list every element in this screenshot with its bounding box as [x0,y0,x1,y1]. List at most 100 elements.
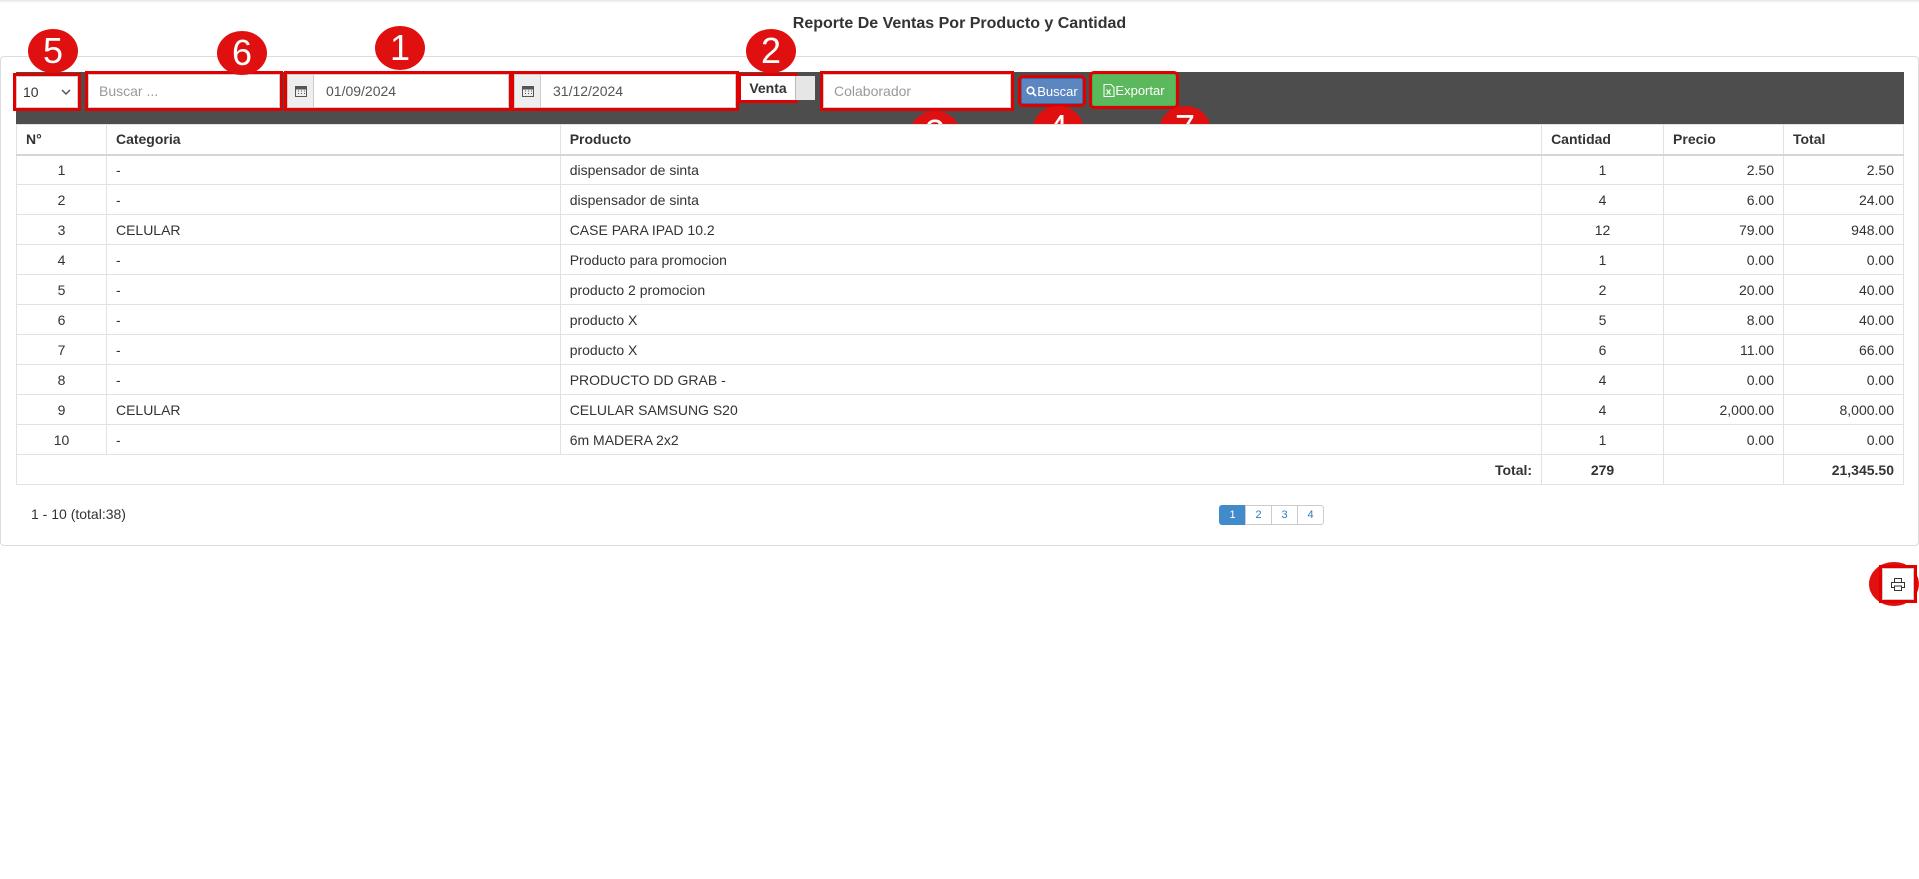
table-row: 4 - Producto para promocion 1 0.00 0.00 [16,244,1905,275]
print-button[interactable] [1879,565,1917,603]
page-link-3[interactable]: 3 [1271,505,1298,525]
cell-number: 3 [16,214,107,245]
page-length-value: 10 [23,84,39,100]
date-from-value: 01/09/2024 [326,83,397,99]
pagination: 1 2 3 4 [1219,505,1324,525]
cell-quantity: 4 [1541,394,1665,425]
col-header-total[interactable]: Total [1782,124,1905,156]
table-row: 2 - dispensador de sinta 4 6.00 24.00 [16,184,1905,215]
table-row: 3 CELULAR CASE PARA IPAD 10.2 12 79.00 9… [16,214,1905,245]
cell-number: 10 [16,424,107,455]
table-row: 1 - dispensador de sinta 1 2.50 2.50 [16,154,1905,185]
annotation-marker-5: 5 [28,29,78,73]
cell-product: CELULAR SAMSUNG S20 [559,394,1543,425]
cell-price: 0.00 [1663,424,1784,455]
page-title: Reporte De Ventas Por Producto y Cantida… [792,15,1127,32]
cell-product: producto X [559,334,1543,365]
cell-product: dispensador de sinta [559,154,1543,185]
cell-total: 40.00 [1782,304,1905,335]
cell-quantity: 1 [1541,424,1665,455]
cell-total: 0.00 [1782,244,1905,275]
col-header-number[interactable]: N° [16,124,107,156]
top-shadow [0,0,1919,3]
sales-table: N° Categoria Producto Cantidad Precio To… [15,124,1905,485]
cell-category: - [105,154,561,185]
table-row: 9 CELULAR CELULAR SAMSUNG S20 4 2,000.00… [16,394,1905,425]
collaborator-placeholder: Colaborador [834,83,912,99]
cell-total: 66.00 [1782,334,1905,365]
date-from-field[interactable]: 01/09/2024 [284,71,512,111]
cell-quantity: 4 [1541,364,1665,395]
cell-price: 2,000.00 [1663,394,1784,425]
table-row: 8 - PRODUCTO DD GRAB - 4 0.00 0.00 [16,364,1905,395]
total-price-empty [1663,454,1784,485]
cell-quantity: 2 [1541,274,1665,305]
sale-type-toggle[interactable]: Venta [738,73,815,103]
cell-product: PRODUCTO DD GRAB - [559,364,1543,395]
annotation-marker-6: 6 [217,31,267,75]
cell-total: 2.50 [1782,154,1905,185]
cell-price: 20.00 [1663,274,1784,305]
cell-category: - [105,424,561,455]
cell-product: producto 2 promocion [559,274,1543,305]
search-button[interactable]: Buscar [1018,75,1086,107]
cell-quantity: 6 [1541,334,1665,365]
table-row: 10 - 6m MADERA 2x2 1 0.00 0.00 [16,424,1905,455]
cell-quantity: 12 [1541,214,1665,245]
cell-price: 79.00 [1663,214,1784,245]
cell-total: 0.00 [1782,364,1905,395]
collaborator-input[interactable]: Colaborador [820,71,1014,111]
cell-quantity: 5 [1541,304,1665,335]
search-placeholder: Buscar ... [99,83,159,99]
col-header-price[interactable]: Precio [1663,124,1784,156]
export-button[interactable]: Exportar [1089,71,1179,109]
total-label: Total: [15,454,1543,485]
cell-product: producto X [559,304,1543,335]
print-icon [1891,577,1905,591]
page-link-4[interactable]: 4 [1297,505,1324,525]
col-header-category[interactable]: Categoria [105,124,561,156]
cell-number: 9 [16,394,107,425]
cell-category: - [105,184,561,215]
cell-category: CELULAR [105,394,561,425]
export-button-label: Exportar [1115,82,1165,98]
cell-number: 6 [16,304,107,335]
cell-number: 4 [16,244,107,275]
cell-number: 2 [16,184,107,215]
calendar-icon [515,75,541,107]
chevron-down-icon [61,88,71,95]
toggle-switch[interactable] [795,76,815,100]
cell-total: 0.00 [1782,424,1905,455]
page-link-2[interactable]: 2 [1245,505,1272,525]
sale-type-label: Venta [738,73,798,103]
annotation-marker-1: 1 [375,26,425,70]
cell-price: 11.00 [1663,334,1784,365]
page-link-1[interactable]: 1 [1219,505,1246,525]
cell-category: - [105,274,561,305]
search-icon [1026,85,1037,97]
cell-quantity: 1 [1541,244,1665,275]
cell-number: 7 [16,334,107,365]
cell-quantity: 4 [1541,184,1665,215]
file-excel-icon [1103,83,1115,97]
cell-product: CASE PARA IPAD 10.2 [559,214,1543,245]
date-to-value: 31/12/2024 [553,83,624,99]
cell-category: - [105,304,561,335]
cell-total: 40.00 [1782,274,1905,305]
table-row: 7 - producto X 6 11.00 66.00 [16,334,1905,365]
cell-product: 6m MADERA 2x2 [559,424,1543,455]
date-to-field[interactable]: 31/12/2024 [511,71,739,111]
cell-total: 948.00 [1782,214,1905,245]
cell-price: 6.00 [1663,184,1784,215]
col-header-product[interactable]: Producto [559,124,1543,156]
cell-category: - [105,364,561,395]
page-length-select[interactable]: 10 [13,73,81,111]
table-row: 5 - producto 2 promocion 2 20.00 40.00 [16,274,1905,305]
table-total-row: Total: 279 21,345.50 [15,454,1905,485]
col-header-quantity[interactable]: Cantidad [1541,124,1665,156]
cell-price: 8.00 [1663,304,1784,335]
annotation-marker-2: 2 [746,29,796,73]
cell-category: - [105,334,561,365]
cell-product: dispensador de sinta [559,184,1543,215]
search-input[interactable]: Buscar ... [85,71,283,111]
